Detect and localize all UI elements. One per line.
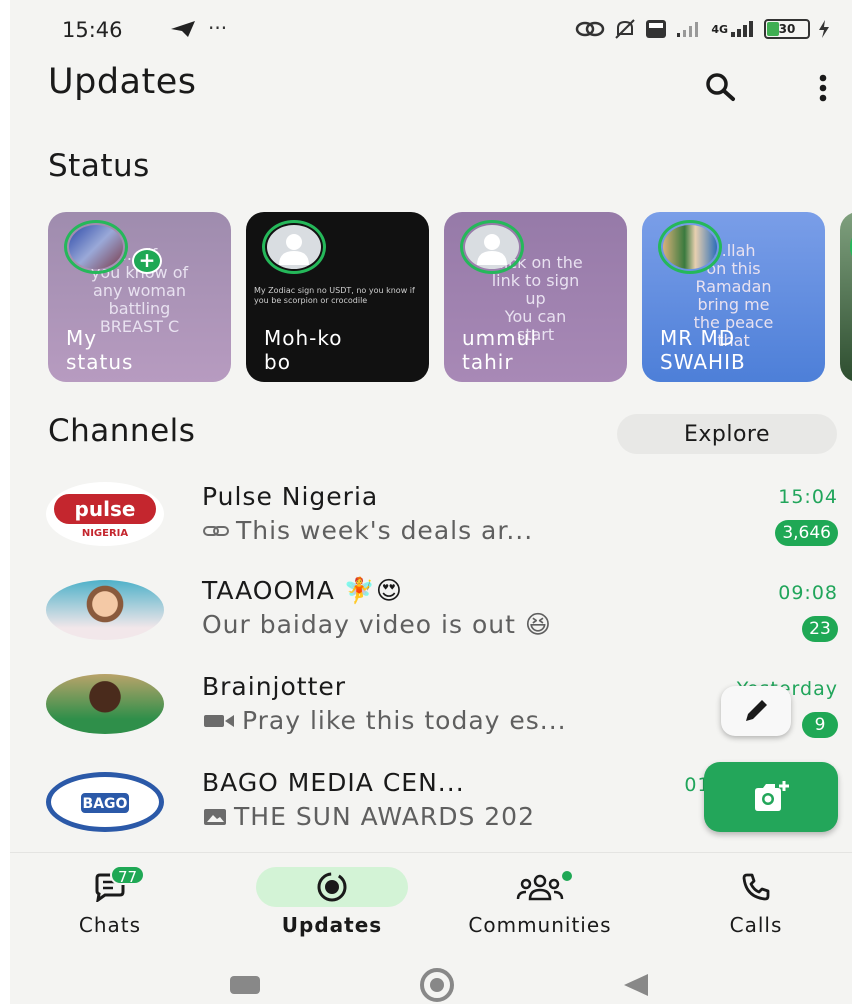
status-card-moh-kobo[interactable]: My Zodiac sign no USDT, no you know if y… [246,212,429,382]
bottom-navigation: 77 Chats Updates Communities Calls [10,852,852,950]
status-name: MR MD SWAHIB [660,326,746,374]
nav-label: Calls [729,913,783,937]
avatar-ring [850,220,852,274]
battery-icon: 30 [764,19,810,39]
channels-section-title: Channels [48,413,196,449]
avatar-ring [262,220,326,274]
tab-calls[interactable]: Calls [680,867,832,937]
channel-avatar: pulse NIGERIA [46,482,164,546]
pulse-logo-sub: NIGERIA [82,528,129,539]
camera-status-button[interactable] [704,762,838,832]
channel-last-message: THE SUN AWARDS 202 [202,802,535,831]
recents-button[interactable] [230,976,260,994]
pencil-icon [746,700,767,721]
nav-pill-active [256,867,408,907]
more-notifications-icon: ··· [208,16,228,40]
unread-badge: 3,646 [775,520,838,546]
nav-label: Chats [78,913,142,937]
avatar [663,225,717,269]
search-icon [706,73,735,101]
nav-pill [680,867,832,907]
nav-pill: 77 [34,865,186,907]
updates-icon [317,872,347,902]
telegram-send-icon [170,19,196,43]
nav-label: Communities [468,913,612,937]
link-icon [203,525,229,536]
unread-badge: 9 [802,712,838,738]
system-status-bar: 15:46 ··· 4G 30 [10,0,852,60]
my-avatar-ring [64,220,128,274]
status-preview-text: My Zodiac sign no USDT, no you know if y… [254,286,415,305]
signal-4g-icon: 4G [711,20,756,38]
channel-name: BAGO MEDIA CEN... [202,768,465,797]
new-text-status-button[interactable] [721,686,791,736]
channel-row-pulse-nigeria[interactable]: pulse NIGERIA Pulse Nigeria This week's … [10,478,852,568]
back-button[interactable] [624,974,648,996]
status-card-my-status[interactable]: ..., if you know of any woman battling B… [48,212,231,382]
signal-weak-icon [675,20,703,38]
status-card-partial[interactable] [840,212,852,382]
clock: 15:46 [62,18,123,42]
unread-badge: 23 [802,616,838,642]
status-card-ummul-tahir[interactable]: Click on the link to sign up You can sta… [444,212,627,382]
channel-name: Pulse Nigeria [202,482,379,511]
channel-time: 09:08 [778,582,838,604]
nav-label: Updates [281,913,383,937]
avatar-ring [658,220,722,274]
more-vert-icon [819,74,827,102]
status-card-mr-md-swahib[interactable]: ...llah on this Ramadan bring me the pea… [642,212,825,382]
status-name: My status [66,326,134,374]
more-options-button[interactable] [806,66,840,110]
calls-icon [742,873,770,901]
bago-logo-text: BAGO [83,796,128,812]
battery-level: 30 [778,22,796,36]
channel-last-message: Our baiday video is out 😆 [202,610,552,639]
status-carousel[interactable]: ..., if you know of any woman battling B… [48,212,852,384]
add-status-button[interactable]: + [132,248,162,274]
channel-last-message: This week's deals ar... [202,516,533,545]
explore-channels-button[interactable]: Explore [617,414,837,454]
status-name: Moh-ko bo [264,326,343,374]
channel-name: Brainjotter [202,672,347,701]
channel-avatar: BAGO [46,772,164,832]
charging-icon [818,19,830,39]
channel-avatar [46,580,164,640]
tab-chats[interactable]: 77 Chats [34,865,186,937]
image-icon [204,808,226,825]
channel-last-message: Pray like this today es... [202,706,567,735]
link-icon [575,18,605,40]
home-button[interactable] [420,968,454,1002]
channel-row-taaooma[interactable]: TAAOOMA 🧚😍 Our baiday video is out 😆 09:… [10,574,852,664]
network-label: 4G [711,22,728,36]
app-frame: 15:46 ··· 4G 30 Updates Status ..., you … [10,0,852,1004]
camera-plus-icon [755,781,789,811]
channel-avatar [46,674,164,734]
tab-updates[interactable]: Updates [256,867,408,937]
tab-communities[interactable]: Communities [464,867,616,937]
avatar-ring [460,220,524,274]
default-avatar [267,225,321,269]
system-navigation-bar [10,954,852,1004]
status-icons: 4G 30 [575,17,830,41]
status-section-title: Status [48,148,150,184]
search-button[interactable] [698,66,742,110]
channel-time: 15:04 [778,486,838,508]
channel-name: TAAOOMA 🧚😍 [202,576,403,605]
nav-pill [464,867,616,907]
volte-icon [645,19,667,39]
pulse-logo-text: pulse [75,497,136,521]
status-name: ummul tahir [462,326,537,374]
chats-unread-badge: 77 [110,865,146,886]
communities-new-dot [560,869,574,883]
avatar [69,225,123,269]
page-title: Updates [48,62,197,102]
mute-icon [613,17,637,41]
default-avatar [465,225,519,269]
video-icon [204,714,234,727]
communities-icon [516,874,564,901]
